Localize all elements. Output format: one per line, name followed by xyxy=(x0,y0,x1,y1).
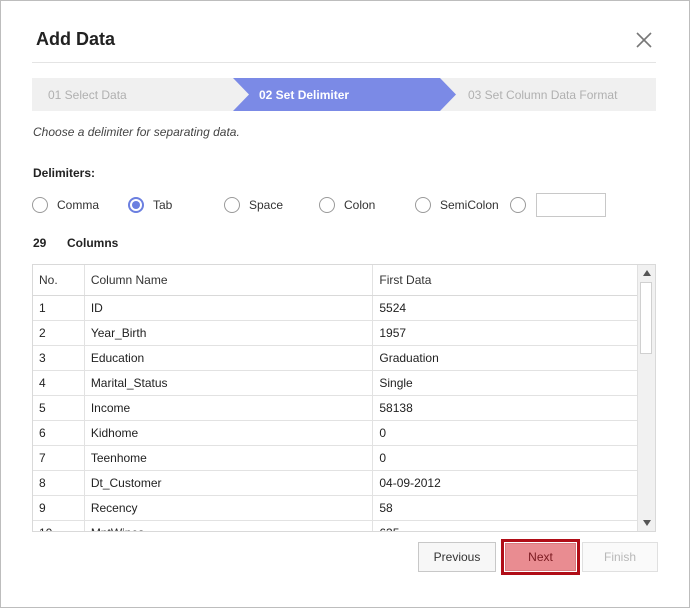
table-row[interactable]: 2 Year_Birth 1957 xyxy=(33,320,638,346)
radio-circle[interactable] xyxy=(510,197,526,213)
cell-column-name: Marital_Status xyxy=(84,370,374,396)
scroll-up-arrow-icon[interactable] xyxy=(638,265,655,281)
close-icon[interactable] xyxy=(633,29,655,51)
cell-column-name: Year_Birth xyxy=(84,320,374,346)
cell-column-name: Income xyxy=(84,395,374,421)
custom-delimiter-input[interactable] xyxy=(536,193,606,217)
radio-label: Space xyxy=(249,198,284,212)
radio-semicolon[interactable]: SemiColon xyxy=(415,195,499,215)
columns-label: Columns xyxy=(67,236,119,250)
step-select-data: 01 Select Data xyxy=(48,88,127,102)
radio-label: Colon xyxy=(344,198,376,212)
table-row[interactable]: 8 Dt_Customer 04-09-2012 xyxy=(33,470,638,496)
step-set-column-format: 03 Set Column Data Format xyxy=(468,88,618,102)
cell-column-name: ID xyxy=(84,295,374,321)
delimiter-hint: Choose a delimiter for separating data. xyxy=(33,125,240,139)
next-button[interactable]: Next xyxy=(505,543,576,571)
cell-no: 1 xyxy=(33,295,85,321)
cell-no: 9 xyxy=(33,495,85,521)
cell-no: 6 xyxy=(33,420,85,446)
cell-first-data: 0 xyxy=(372,445,638,471)
radio-circle[interactable] xyxy=(128,197,144,213)
cell-first-data: 5524 xyxy=(372,295,638,321)
finish-button[interactable]: Finish xyxy=(582,542,658,572)
scrollbar-thumb[interactable] xyxy=(640,282,652,354)
radio-tab[interactable]: Tab xyxy=(128,195,172,215)
cell-no: 3 xyxy=(33,345,85,371)
radio-label: Tab xyxy=(153,198,173,212)
cell-first-data: 1957 xyxy=(372,320,638,346)
radio-colon[interactable]: Colon xyxy=(319,195,375,215)
table-row[interactable]: 4 Marital_Status Single xyxy=(33,370,638,396)
cell-column-name: MntWines xyxy=(84,520,374,531)
title-divider xyxy=(32,62,656,63)
wizard-steps: 01 Select Data 02 Set Delimiter 03 Set C… xyxy=(32,78,656,111)
table-row[interactable]: 1 ID 5524 xyxy=(33,295,638,321)
radio-custom[interactable] xyxy=(510,195,526,215)
radio-circle[interactable] xyxy=(319,197,335,213)
radio-space[interactable]: Space xyxy=(224,195,283,215)
columns-table: No. Column Name First Data 1 ID 5524 2 Y… xyxy=(32,264,656,532)
delimiters-label: Delimiters: xyxy=(33,166,96,180)
table-row[interactable]: 9 Recency 58 xyxy=(33,495,638,521)
table-row[interactable]: 7 Teenhome 0 xyxy=(33,445,638,471)
cell-first-data: 0 xyxy=(372,420,638,446)
table-row[interactable]: 5 Income 58138 xyxy=(33,395,638,421)
cell-first-data: 58138 xyxy=(372,395,638,421)
radio-circle[interactable] xyxy=(415,197,431,213)
radio-label: SemiColon xyxy=(440,198,499,212)
table-row[interactable]: 10 MntWines 635 xyxy=(33,520,638,531)
cell-first-data: Graduation xyxy=(372,345,638,371)
cell-no: 4 xyxy=(33,370,85,396)
cell-column-name: Dt_Customer xyxy=(84,470,374,496)
table-row[interactable]: 3 Education Graduation xyxy=(33,345,638,371)
cell-column-name: Kidhome xyxy=(84,420,374,446)
cell-no: 10 xyxy=(33,520,85,531)
cell-column-name: Education xyxy=(84,345,374,371)
previous-button[interactable]: Previous xyxy=(418,542,496,572)
header-first-data: First Data xyxy=(372,265,638,296)
radio-circle[interactable] xyxy=(224,197,240,213)
cell-no: 5 xyxy=(33,395,85,421)
radio-label: Comma xyxy=(57,198,100,212)
table-scrollbar[interactable] xyxy=(637,265,655,531)
radio-comma[interactable]: Comma xyxy=(32,195,99,215)
header-no: No. xyxy=(33,265,85,296)
header-column-name: Column Name xyxy=(84,265,374,296)
cell-first-data: Single xyxy=(372,370,638,396)
cell-first-data: 04-09-2012 xyxy=(372,470,638,496)
table-header-row: No. Column Name First Data xyxy=(33,265,638,296)
cell-first-data: 635 xyxy=(372,520,638,531)
dialog-title: Add Data xyxy=(36,29,116,49)
cell-no: 2 xyxy=(33,320,85,346)
radio-circle[interactable] xyxy=(32,197,48,213)
cell-no: 7 xyxy=(33,445,85,471)
scroll-down-arrow-icon[interactable] xyxy=(638,515,655,531)
step-set-delimiter: 02 Set Delimiter xyxy=(259,88,350,102)
table-row[interactable]: 6 Kidhome 0 xyxy=(33,420,638,446)
columns-count: 29 xyxy=(33,236,47,250)
cell-first-data: 58 xyxy=(372,495,638,521)
cell-column-name: Teenhome xyxy=(84,445,374,471)
cell-column-name: Recency xyxy=(84,495,374,521)
cell-no: 8 xyxy=(33,470,85,496)
